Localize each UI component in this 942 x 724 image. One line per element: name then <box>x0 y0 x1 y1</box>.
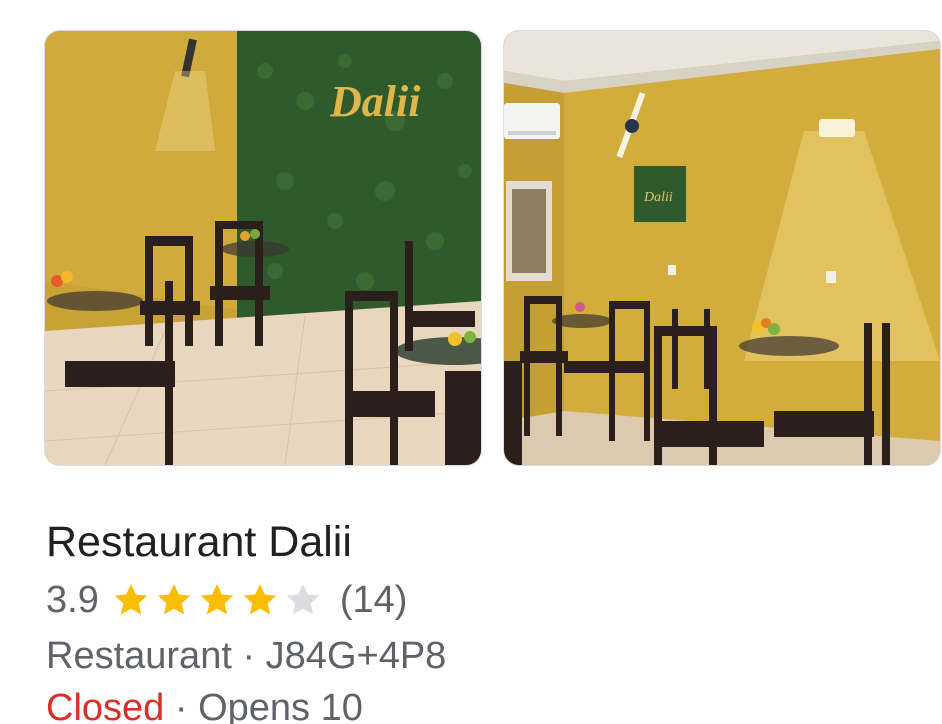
rating-row[interactable]: 3.9 (14) <box>46 572 906 628</box>
rating-value: 3.9 <box>46 578 99 621</box>
photo-dining-room[interactable]: Dalii <box>44 30 482 466</box>
star-filled-icon <box>243 584 276 615</box>
meta-separator: · <box>231 635 266 677</box>
star-filled-icon <box>200 584 233 615</box>
star-filled-icon <box>157 584 190 615</box>
photo-side-room[interactable]: Dalii <box>503 30 941 466</box>
hours-detail: Opens 10 <box>198 687 363 724</box>
review-count[interactable]: (14) <box>340 579 408 622</box>
star-rating <box>111 580 326 620</box>
category-label: Restaurant <box>46 635 232 677</box>
dalii-small-sign: Dalii <box>643 190 673 205</box>
hours-status: Closed <box>46 687 165 724</box>
hours-separator: · <box>164 687 199 724</box>
dalii-sign-logo: Dalii <box>329 77 421 126</box>
place-info: Restaurant Dalii 3.9 (14) Restaurant · J… <box>46 512 906 724</box>
category-row: Restaurant · J84G+4P8 <box>46 628 906 684</box>
place-title[interactable]: Restaurant Dalii <box>46 512 906 572</box>
plus-code[interactable]: J84G+4P8 <box>266 635 447 677</box>
star-filled-icon <box>114 584 147 615</box>
photo-carousel[interactable]: Dalii Dalii <box>44 30 942 466</box>
star-empty-icon <box>286 584 319 615</box>
hours-row[interactable]: Closed · Opens 10 <box>46 684 906 724</box>
